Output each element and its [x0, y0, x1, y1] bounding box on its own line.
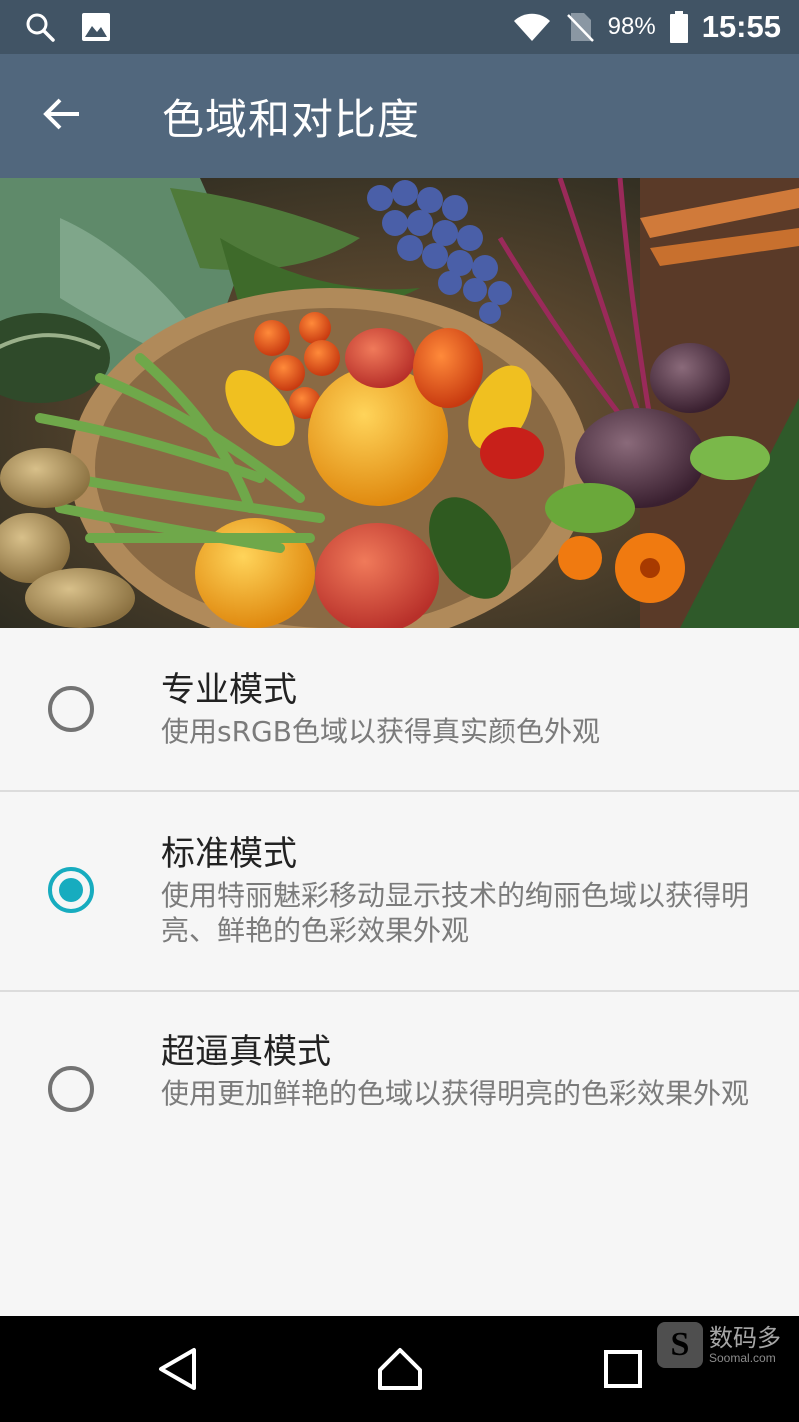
battery-icon: [668, 11, 690, 43]
clock: 15:55: [701, 9, 781, 44]
search-icon: [24, 11, 56, 43]
status-bar: 98% 15:55: [0, 0, 799, 54]
option-title: 标准模式: [161, 834, 297, 874]
no-sim-icon: [564, 11, 596, 43]
soomal-watermark: S 数码多 Soomal.com: [657, 1322, 781, 1368]
home-icon: [376, 1346, 424, 1396]
battery-percent: 98%: [607, 13, 656, 40]
option-professional-mode[interactable]: 专业模式 使用sRGB色域以获得真实颜色外观: [0, 628, 799, 792]
option-description: 使用更加鲜艳的色域以获得明亮的色彩效果外观: [161, 1077, 750, 1110]
back-triangle-icon: [156, 1346, 200, 1396]
option-super-vivid-mode[interactable]: 超逼真模式 使用更加鲜艳的色域以获得明亮的色彩效果外观: [0, 992, 799, 1192]
soomal-logo-icon: S: [657, 1322, 703, 1368]
recents-icon: [602, 1348, 644, 1394]
option-title: 专业模式: [161, 670, 297, 710]
radio-unchecked-icon[interactable]: [48, 1066, 94, 1112]
radio-checked-icon[interactable]: [48, 867, 94, 913]
option-description: 使用特丽魅彩移动显示技术的绚丽色域以获得明亮、鲜艳的色彩效果外观: [161, 879, 750, 947]
nav-back-button[interactable]: [153, 1346, 203, 1396]
nav-home-button[interactable]: [375, 1346, 425, 1396]
hero-vegetable-image: [0, 178, 799, 628]
image-icon: [80, 11, 112, 43]
nav-recents-button[interactable]: [598, 1346, 648, 1396]
radio-unchecked-icon[interactable]: [48, 686, 94, 732]
watermark-text: 数码多: [709, 1324, 781, 1352]
wifi-icon: [512, 11, 552, 43]
app-bar: 色域和对比度: [0, 54, 799, 178]
option-description: 使用sRGB色域以获得真实颜色外观: [161, 715, 600, 748]
option-title: 超逼真模式: [161, 1032, 331, 1072]
option-standard-mode[interactable]: 标准模式 使用特丽魅彩移动显示技术的绚丽色域以获得明亮、鲜艳的色彩效果外观: [0, 792, 799, 992]
page-title: 色域和对比度: [162, 94, 421, 144]
back-button[interactable]: [0, 54, 124, 178]
color-mode-list: 专业模式 使用sRGB色域以获得真实颜色外观 标准模式 使用特丽魅彩移动显示技术…: [0, 628, 799, 1192]
watermark-url: Soomal.com: [709, 1351, 776, 1365]
arrow-left-icon: [42, 96, 82, 136]
